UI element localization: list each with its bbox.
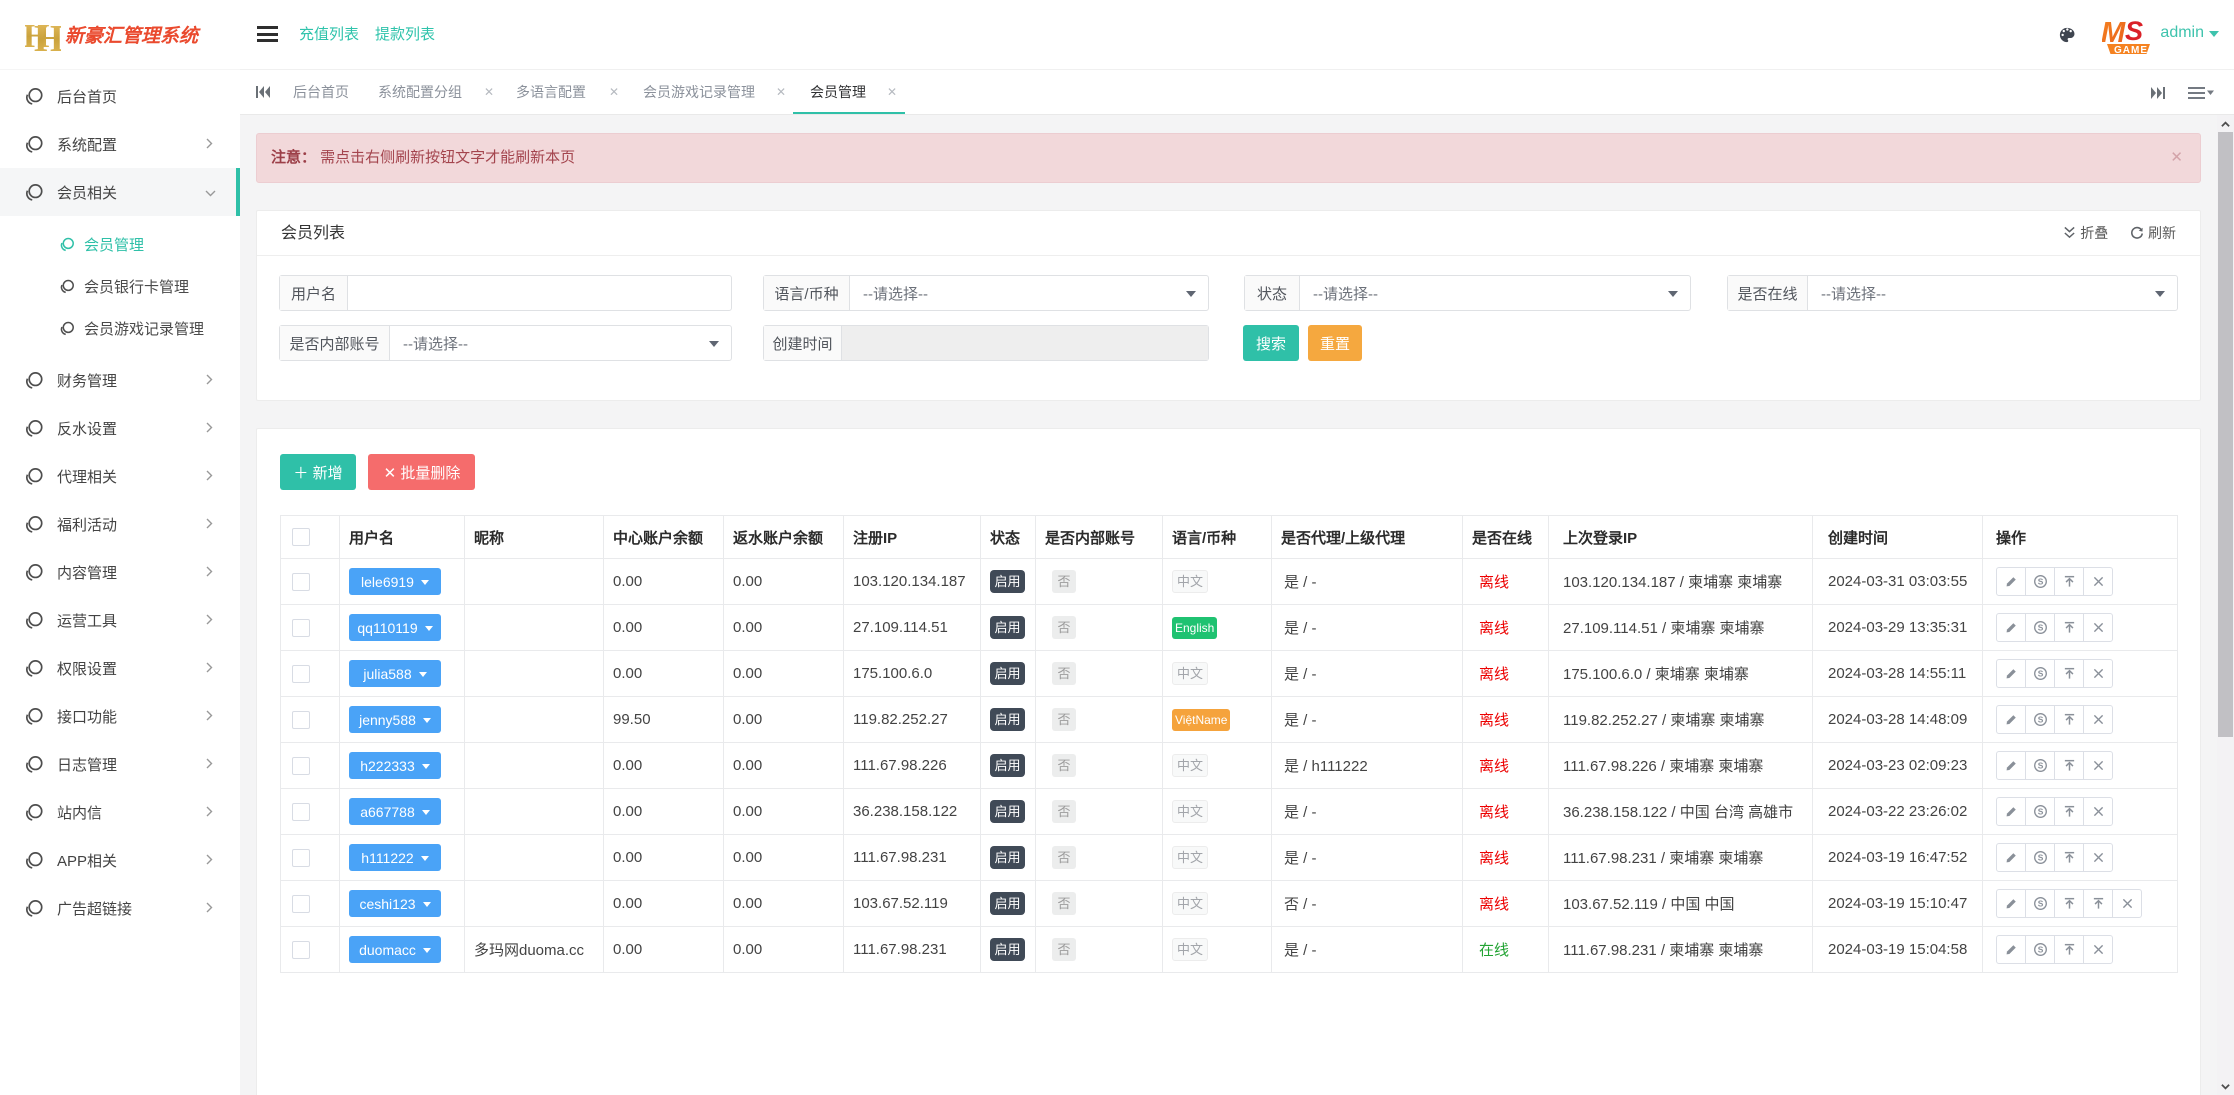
svg-text:S: S — [2037, 669, 2043, 679]
svg-text:S: S — [2037, 577, 2043, 587]
svg-text:S: S — [2037, 715, 2043, 725]
svg-text:S: S — [2037, 853, 2043, 863]
svg-text:S: S — [2037, 623, 2043, 633]
svg-text:S: S — [2037, 899, 2043, 909]
svg-text:H: H — [34, 18, 61, 55]
svg-text:GAME: GAME — [2114, 45, 2148, 54]
svg-text:S: S — [2037, 945, 2043, 955]
svg-text:S: S — [2037, 761, 2043, 771]
svg-text:S: S — [2125, 16, 2143, 46]
svg-text:S: S — [2037, 807, 2043, 817]
